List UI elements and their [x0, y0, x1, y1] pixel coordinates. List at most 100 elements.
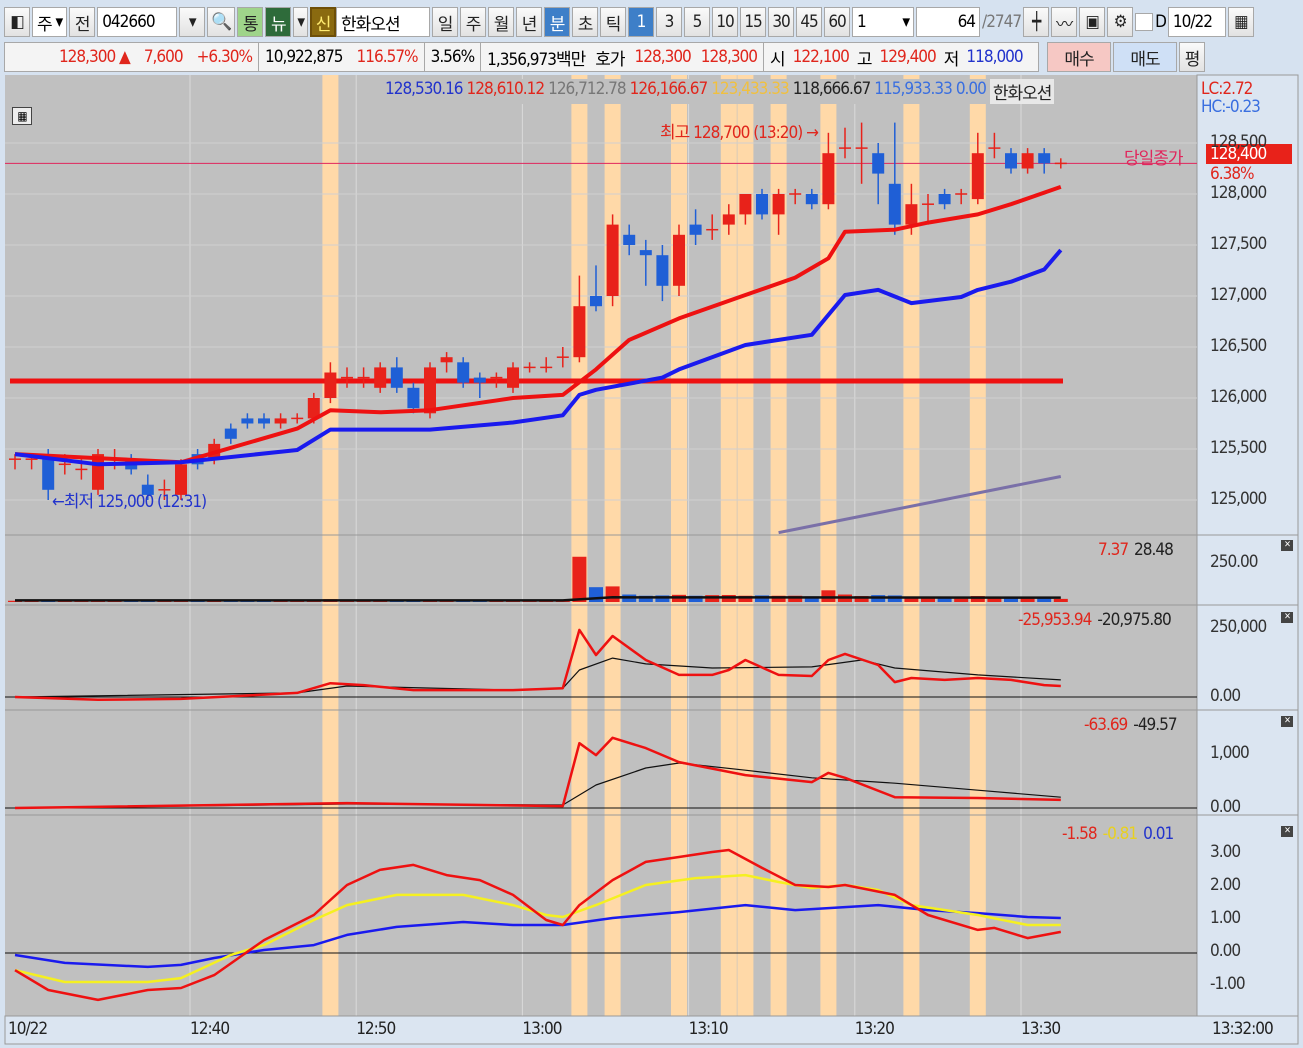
- candle-body: [440, 357, 453, 363]
- d-checkbox[interactable]: [1135, 13, 1154, 31]
- interval-select[interactable]: 1 ▾: [852, 7, 915, 37]
- period-day[interactable]: 일: [432, 7, 459, 37]
- minute-45[interactable]: 45: [796, 7, 823, 37]
- minute-30[interactable]: 30: [768, 7, 795, 37]
- volume-bar: [605, 586, 620, 602]
- candle-body: [274, 418, 287, 424]
- price-tick-label: 126,500: [1210, 336, 1267, 356]
- minute-10[interactable]: 10: [712, 7, 739, 37]
- volume: 10,922,875: [265, 47, 344, 67]
- high-price: 129,400: [879, 47, 937, 67]
- close-pct: 6.38%: [1210, 164, 1255, 184]
- minute-5[interactable]: 5: [684, 7, 711, 37]
- period-minute[interactable]: 분: [544, 7, 571, 37]
- search-icon[interactable]: 🔍: [207, 7, 236, 37]
- ind1-tick-label: 250,000: [1210, 617, 1267, 637]
- sell-button[interactable]: 매도: [1113, 42, 1178, 72]
- code-input[interactable]: 042660: [97, 7, 178, 37]
- candle-body: [888, 183, 901, 225]
- high-label: 고: [856, 49, 873, 70]
- candle-body: [689, 224, 702, 235]
- close-panel-icon[interactable]: ✕: [1281, 540, 1293, 551]
- candle-body: [673, 234, 685, 286]
- legend-v4: 126,166.67: [629, 79, 709, 99]
- minute-15[interactable]: 15: [740, 7, 767, 37]
- candle-body: [739, 194, 752, 215]
- minute-1[interactable]: 1: [628, 7, 655, 37]
- price-tick-label: 125,000: [1210, 489, 1267, 509]
- last-time-label: 13:32:00: [1212, 1019, 1274, 1039]
- d-label: D: [1155, 12, 1167, 32]
- grid-icon[interactable]: ▦: [12, 107, 32, 125]
- ind3-tick-label: -1.00: [1210, 974, 1246, 994]
- tong-button[interactable]: 통: [237, 7, 264, 37]
- code-dropdown-icon[interactable]: ▾: [179, 7, 206, 37]
- ind2-tick-label: 1,000: [1210, 743, 1250, 763]
- candle-body: [224, 428, 237, 439]
- candle-body: [241, 418, 254, 424]
- stock-chart[interactable]: [0, 0, 1303, 1048]
- indicator-add-icon[interactable]: 〰: [1051, 7, 1078, 37]
- news-button[interactable]: 뉴: [265, 7, 292, 37]
- highlight-column: [322, 75, 339, 1016]
- candle-body: [258, 418, 270, 424]
- time-tick-label: 13:30: [1021, 1019, 1061, 1039]
- prev-button[interactable]: 전: [69, 7, 96, 37]
- gear-icon[interactable]: ⚙: [1107, 7, 1134, 37]
- news-dropdown-icon[interactable]: ▾: [293, 7, 309, 37]
- layout-icon[interactable]: ◧: [4, 7, 30, 37]
- volume-ratio: 116.57%: [356, 47, 419, 67]
- close-panel-icon[interactable]: ✕: [1281, 612, 1293, 623]
- time-tick-label: 12:50: [356, 1019, 396, 1039]
- market-select[interactable]: 주 ▾: [32, 7, 68, 37]
- highlight-column: [571, 75, 588, 1016]
- minute-60[interactable]: 60: [824, 7, 851, 37]
- candle-body: [805, 194, 818, 205]
- avg-button[interactable]: 평: [1179, 42, 1206, 72]
- close-panel-icon[interactable]: ✕: [1281, 826, 1293, 837]
- ohl-group: 시 122,100 고 129,400 저 118,000: [763, 42, 1040, 72]
- price-change-pct: +6.30%: [196, 47, 253, 67]
- candle-body: [374, 367, 387, 388]
- candle-body: [606, 224, 619, 296]
- date-input[interactable]: 10/22: [1167, 7, 1226, 37]
- candle-body: [590, 296, 602, 307]
- candle-body: [872, 153, 885, 174]
- candle-body: [1038, 153, 1051, 164]
- candle-add-icon[interactable]: ┿: [1023, 7, 1050, 37]
- period-year[interactable]: 년: [516, 7, 543, 37]
- open-price: 122,100: [792, 47, 850, 67]
- chart-background: [5, 75, 1197, 1016]
- volume-bar: [1053, 598, 1068, 602]
- low-annotation: ←최저 125,000 (12:31): [52, 492, 207, 512]
- volume-bar: [572, 556, 587, 602]
- candle-body: [905, 204, 918, 225]
- candle-body: [390, 367, 403, 388]
- price-tick-label: 126,000: [1210, 387, 1267, 407]
- ind3-tick-label: 0.00: [1210, 941, 1241, 961]
- period-tick[interactable]: 틱: [600, 7, 627, 37]
- time-tick-label: 13:10: [688, 1019, 729, 1039]
- stock-name[interactable]: 한화오션: [336, 7, 431, 37]
- turnover-group: 3.56%: [423, 42, 482, 72]
- close-panel-icon[interactable]: ✕: [1281, 716, 1293, 727]
- highlight-column: [671, 75, 687, 1016]
- ind3-tick-label: 2.00: [1210, 875, 1241, 895]
- toolbar: ◧ 주 ▾ 전 042660 ▾ 🔍 통 뉴 ▾ 신 한화오션 일 주 월 년 …: [4, 6, 1299, 38]
- minute-3[interactable]: 3: [656, 7, 683, 37]
- count-input[interactable]: 64: [916, 7, 981, 37]
- save-icon[interactable]: ▣: [1079, 7, 1106, 37]
- hc-value: HC:-0.23: [1201, 97, 1261, 117]
- calendar-icon[interactable]: ▦: [1227, 7, 1254, 37]
- buy-button[interactable]: 매수: [1047, 42, 1112, 72]
- lc-value: LC:2.72: [1201, 79, 1253, 99]
- period-month[interactable]: 월: [488, 7, 515, 37]
- ask-price: 128,300: [634, 47, 692, 67]
- volume-bar: [954, 598, 969, 602]
- credit-badge[interactable]: 신: [310, 7, 337, 37]
- candle-body: [457, 362, 470, 383]
- period-week[interactable]: 주: [460, 7, 487, 37]
- volume-tick-label: 250.00: [1210, 552, 1258, 572]
- period-second[interactable]: 초: [572, 7, 599, 37]
- candle-body: [407, 387, 420, 409]
